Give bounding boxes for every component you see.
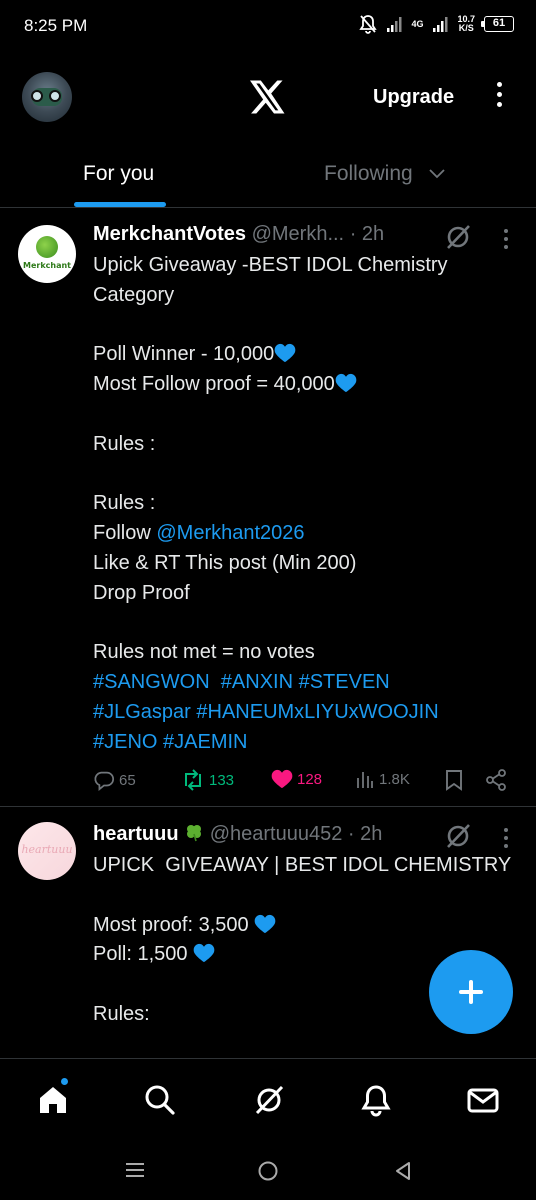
mention-link[interactable]: @Merkhant2026 (156, 522, 304, 544)
network-type: 4G (411, 19, 424, 29)
nav-messages[interactable] (466, 1083, 500, 1117)
post-line: Rules: (93, 1002, 150, 1025)
post-header: heartuuu @heartuuu452 · 2h (93, 822, 382, 846)
blue-heart-icon (254, 914, 276, 933)
post-more-icon[interactable] (504, 828, 510, 852)
avatar-eye (31, 90, 43, 102)
bell-icon (361, 1085, 391, 1117)
status-bar: 8:25 PM 4G 10.7 K/S 61 (0, 0, 536, 52)
hashtag-link[interactable]: #JENO #JAEMIN (93, 731, 247, 753)
notification-dot (60, 1077, 69, 1086)
recent-apps-icon[interactable] (124, 1160, 146, 1180)
nav-notifications[interactable] (359, 1083, 393, 1117)
post-time: · 2h (349, 223, 385, 245)
post-line: Follow (93, 522, 157, 545)
clover-icon (187, 825, 202, 842)
repost-icon (185, 769, 201, 791)
active-tab-indicator (74, 202, 166, 207)
like-button[interactable]: 128 (271, 769, 322, 789)
avatar-label: heartuuu (21, 843, 73, 856)
post-author-name[interactable]: heartuuu (93, 823, 179, 845)
post-header: MerkchantVotes @Merkh... · 2h (93, 223, 384, 246)
back-icon[interactable] (392, 1160, 414, 1182)
nav-home[interactable] (36, 1077, 70, 1117)
tab-following-label: Following (324, 162, 413, 185)
bookmark-button[interactable] (445, 769, 463, 791)
profile-avatar[interactable] (22, 72, 72, 122)
post-avatar[interactable]: Merkchant (18, 225, 76, 283)
post-text: Upick Giveaway -BEST IDOL Chemistry Cate… (93, 251, 513, 758)
views-button[interactable]: 1.8K (355, 769, 410, 789)
battery-icon: 61 (481, 16, 514, 32)
avatar-label: Merkchant (22, 261, 71, 270)
signal-icon (387, 17, 402, 32)
tab-following[interactable]: Following (324, 162, 445, 186)
search-icon (145, 1085, 175, 1115)
post-line: Poll: 1,500 (93, 943, 188, 966)
status-icons: 4G 10.7 K/S 61 (359, 14, 514, 34)
reply-count: 65 (119, 771, 136, 789)
reply-button[interactable]: 65 (93, 769, 136, 791)
post-author-handle[interactable]: @Merkh... (252, 223, 345, 245)
post-line: Most Follow proof = 40,000 (93, 373, 335, 396)
bottom-navigation (0, 1058, 536, 1140)
post-line: Drop Proof (93, 581, 190, 604)
blue-heart-icon (335, 374, 357, 393)
grok-icon[interactable] (444, 822, 472, 850)
repost-button[interactable]: 133 (181, 769, 234, 791)
post-line: Like & RT This post (Min 200) (93, 551, 357, 574)
post-avatar[interactable]: heartuuu (18, 822, 76, 880)
post-more-icon[interactable] (504, 229, 510, 253)
mail-icon (467, 1088, 499, 1113)
reply-icon (94, 771, 115, 791)
view-count: 1.8K (379, 770, 410, 788)
post-time: · 2h (347, 823, 383, 845)
post-author-handle[interactable]: @heartuuu452 (210, 823, 343, 845)
home-icon (40, 1087, 66, 1113)
home-system-icon[interactable] (257, 1160, 279, 1182)
post-card[interactable]: Merkchant MerkchantVotes @Merkh... · 2h … (0, 209, 536, 807)
upgrade-button[interactable]: Upgrade (373, 86, 454, 109)
more-options-icon[interactable] (496, 82, 504, 112)
post-actions: 65 133 128 1.8K (93, 769, 513, 795)
compose-post-button[interactable] (429, 950, 513, 1034)
share-button[interactable] (485, 769, 507, 791)
tab-for-you[interactable]: For you (83, 162, 154, 186)
chevron-down-icon (428, 169, 445, 179)
post-author-name[interactable]: MerkchantVotes (93, 223, 246, 245)
x-logo-icon[interactable] (250, 80, 286, 114)
post-line: Rules not met = no votes (93, 641, 315, 664)
post-line: Rules : (93, 432, 156, 455)
post-line: Rules : (93, 492, 156, 515)
nav-search[interactable] (143, 1083, 177, 1117)
views-icon (357, 772, 373, 788)
network-speed: 10.7 K/S (457, 15, 475, 33)
hashtag-link[interactable]: #SANGWON #ANXIN #STEVEN (93, 671, 390, 693)
share-icon (486, 769, 506, 791)
speed-unit: K/S (458, 23, 474, 33)
post-line: Poll Winner - 10,000 (93, 343, 275, 366)
post-line: Most proof: 3,500 (93, 913, 249, 936)
repost-count: 133 (209, 771, 235, 789)
like-count: 128 (297, 770, 323, 788)
grok-icon[interactable] (444, 223, 472, 251)
avatar-logo-icon (36, 236, 58, 258)
blue-heart-icon (274, 344, 296, 363)
post-line: UPICK GIVEAWAY | BEST IDOL CHEMISTRY (93, 854, 512, 876)
top-header: Upgrade (0, 62, 536, 132)
blue-heart-icon (193, 944, 215, 963)
heart-filled-icon (271, 769, 293, 789)
mute-icon (359, 15, 378, 34)
avatar-eye (49, 90, 61, 102)
post-line: Upick Giveaway -BEST IDOL Chemistry Cate… (93, 254, 454, 306)
signal-icon-2 (433, 17, 448, 32)
timeline-tabs: For you Following (0, 150, 536, 208)
hashtag-link[interactable]: #JLGaspar #HANEUMxLIYUxWOOJIN (93, 701, 439, 723)
status-time: 8:25 PM (24, 16, 88, 35)
bookmark-icon (446, 770, 462, 791)
system-navigation-bar (0, 1140, 536, 1200)
nav-grok[interactable] (252, 1083, 286, 1117)
grok-icon (255, 1085, 284, 1115)
